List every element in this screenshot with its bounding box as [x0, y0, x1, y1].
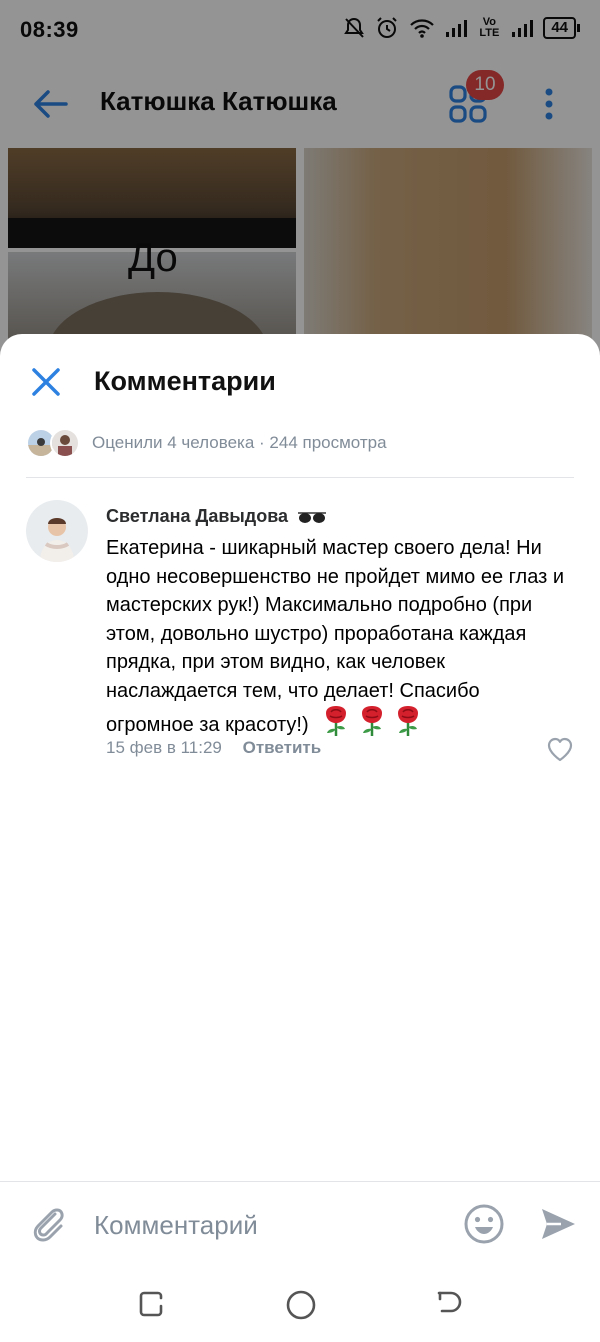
background-page: 08:39 Vo LTE 44 Катюшка Катюшка 10 До	[0, 0, 600, 360]
rose-icon	[362, 706, 383, 736]
rose-icon	[398, 706, 419, 736]
heart-outline-icon[interactable]	[546, 736, 574, 762]
likes-summary[interactable]: Оценили 4 человека · 244 просмотра	[26, 428, 387, 458]
avatar[interactable]	[26, 500, 88, 562]
home-icon[interactable]	[284, 1288, 318, 1322]
rose-icon	[326, 706, 347, 736]
composer-divider	[0, 1181, 600, 1182]
comment-input[interactable]	[92, 1202, 446, 1248]
comment-text: Екатерина - шикарный мастер своего дела!…	[106, 534, 572, 740]
comment-meta: 15 фев в 11:29 Ответить	[106, 738, 321, 758]
send-icon[interactable]	[538, 1204, 578, 1244]
recents-icon[interactable]	[136, 1290, 166, 1320]
comments-sheet: Комментарии Оценили 4 человека · 244 про…	[0, 334, 600, 1342]
comment-date: 15 фев в 11:29	[106, 738, 222, 757]
likes-text: Оценили 4 человека · 244 просмотра	[92, 433, 387, 452]
sheet-title: Комментарии	[94, 366, 276, 396]
comment-author[interactable]: Светлана Давыдова	[106, 506, 327, 527]
reply-button[interactable]: Ответить	[243, 738, 322, 757]
divider	[26, 477, 574, 478]
sunglasses-icon	[298, 512, 327, 524]
smile-icon[interactable]	[462, 1202, 506, 1246]
paperclip-icon[interactable]	[28, 1202, 68, 1246]
dim-overlay[interactable]	[0, 0, 600, 360]
close-icon[interactable]	[26, 362, 66, 402]
comment-author-name: Светлана Давыдова	[106, 506, 289, 526]
system-navigation-bar	[0, 1270, 600, 1342]
back-nav-icon[interactable]	[434, 1290, 464, 1320]
liker-avatar-2	[50, 428, 80, 458]
